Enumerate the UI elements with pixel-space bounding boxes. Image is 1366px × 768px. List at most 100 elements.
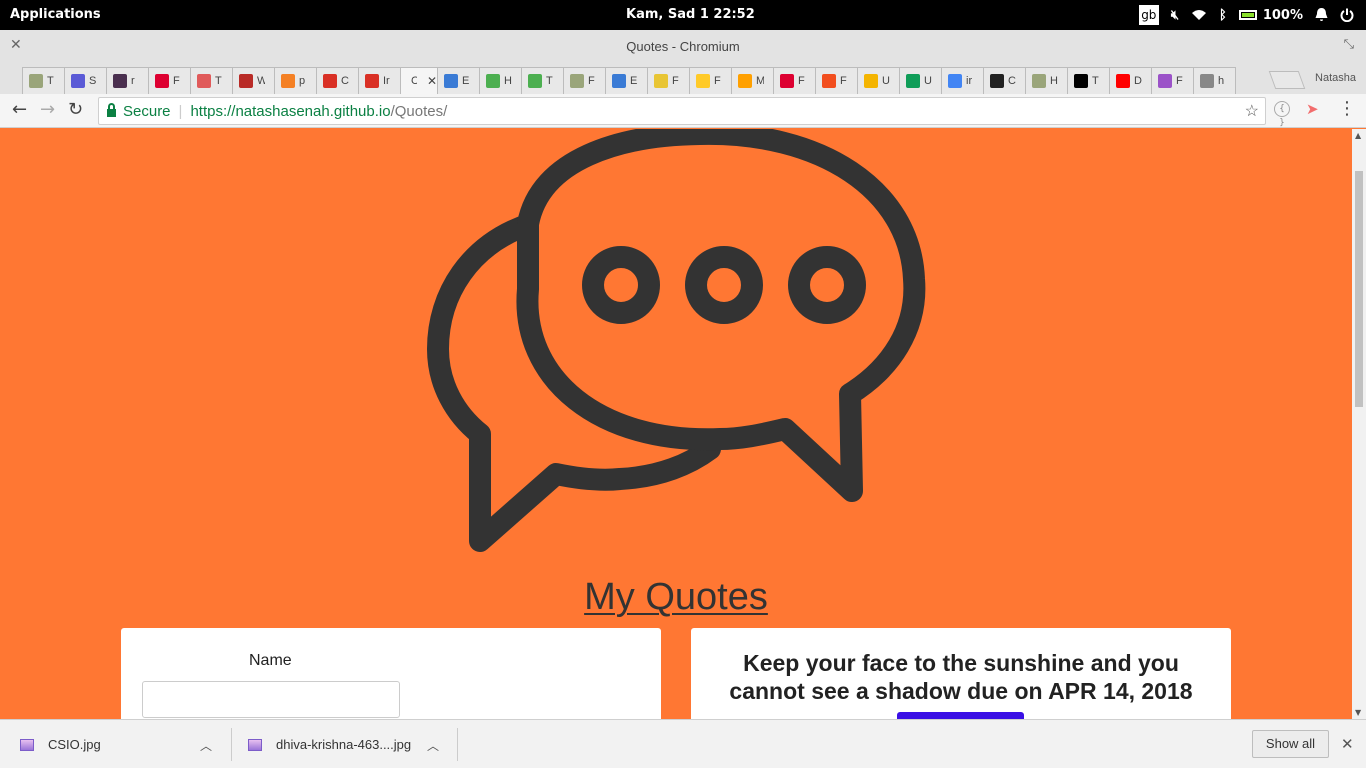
clock[interactable]: Kam, Sad 1 22:52: [626, 7, 755, 22]
name-label: Name: [249, 652, 292, 669]
applications-menu[interactable]: Applications: [10, 7, 101, 22]
angular-icon: [155, 74, 169, 88]
stackoverflow-icon: [281, 74, 295, 88]
camera-icon: [990, 74, 1004, 88]
window-title: Quotes - Chromium: [626, 39, 740, 54]
tree-icon: [1032, 74, 1046, 88]
power-icon[interactable]: [1340, 0, 1354, 30]
browser-tab[interactable]: H: [1025, 67, 1068, 94]
browser-menu-icon[interactable]: ⋮: [1338, 98, 1356, 119]
extension-icon[interactable]: { }: [1274, 101, 1290, 128]
extension-arrow-icon[interactable]: ➤: [1306, 100, 1319, 118]
tab-title: ir: [966, 75, 973, 87]
system-tray: gb 🔇︎ ᛒ 100%: [1138, 0, 1366, 30]
firebase-icon: [696, 74, 710, 88]
tab-title: F: [798, 75, 805, 87]
reload-button[interactable]: ↻: [68, 99, 83, 120]
tab-title: U: [882, 75, 890, 87]
tab-title: W: [257, 75, 265, 87]
scroll-down-arrow-icon[interactable]: ▼: [1355, 708, 1361, 717]
browser-tab[interactable]: F: [773, 67, 816, 94]
url-path: /Quotes/: [390, 102, 448, 120]
browser-tab[interactable]: S: [64, 67, 107, 94]
download-separator: [457, 728, 458, 761]
browser-tab[interactable]: T: [1067, 67, 1110, 94]
browser-tab[interactable]: r: [106, 67, 149, 94]
gmail-icon: [323, 74, 337, 88]
browser-tab[interactable]: U: [857, 67, 900, 94]
browser-tab[interactable]: C: [316, 67, 359, 94]
browser-tab[interactable]: Ir: [358, 67, 401, 94]
tab-title: C: [341, 75, 349, 87]
page-scrollbar[interactable]: ▲ ▼: [1352, 129, 1366, 719]
wifi-icon[interactable]: [1191, 0, 1207, 30]
tab-title: T: [546, 75, 553, 87]
browser-tab[interactable]: p: [274, 67, 317, 94]
name-input[interactable]: [142, 681, 400, 718]
figma-icon: [822, 74, 836, 88]
browser-tab[interactable]: C: [983, 67, 1026, 94]
quote-text: Keep your face to the sunshine and you c…: [729, 650, 1193, 704]
omnibox-separator: |: [178, 102, 183, 120]
window-restore-icon[interactable]: ⤡: [1344, 37, 1354, 52]
browser-tab[interactable]: E: [437, 67, 480, 94]
notifications-icon[interactable]: [1315, 0, 1328, 30]
tab-title: E: [630, 75, 638, 87]
download-menu-chevron-icon[interactable]: ︿: [427, 737, 439, 754]
system-panel: Applications Kam, Sad 1 22:52 gb 🔇︎ ᛒ 10…: [0, 0, 1366, 30]
battery-indicator[interactable]: 100%: [1238, 0, 1303, 30]
browser-tab[interactable]: h: [1193, 67, 1236, 94]
sheets-icon: [906, 74, 920, 88]
browser-tab[interactable]: F: [689, 67, 732, 94]
show-all-downloads-button[interactable]: Show all: [1252, 730, 1329, 758]
download-item[interactable]: CSIO.jpg: [20, 720, 101, 768]
bootstrap-icon: [612, 74, 626, 88]
tab-title: F: [1176, 75, 1183, 87]
browser-tab[interactable]: U: [899, 67, 942, 94]
browser-tab[interactable]: D: [1109, 67, 1152, 94]
forward-button[interactable]: →: [40, 99, 55, 120]
tab-title: M: [756, 75, 764, 87]
profile-button[interactable]: Natasha: [1315, 72, 1356, 84]
heroku-icon: [1158, 74, 1172, 88]
tab-title: E: [462, 75, 470, 87]
browser-tab[interactable]: F: [563, 67, 606, 94]
tab-strip: T Sr F T Wp C Ir C ✕ E H T F E F F M F F U Uir C H T D Fh Natasha: [0, 61, 1366, 94]
close-shelf-icon[interactable]: ✕: [1341, 735, 1354, 753]
page-content: My Quotes Name Keep your face to the sun…: [0, 129, 1352, 719]
browser-tab[interactable]: T: [190, 67, 233, 94]
browser-tab[interactable]: F: [647, 67, 690, 94]
scroll-thumb[interactable]: [1355, 171, 1363, 407]
tab-close-icon[interactable]: ✕: [427, 74, 437, 88]
scroll-up-arrow-icon[interactable]: ▲: [1355, 131, 1361, 140]
quote-card: Keep your face to the sunshine and you c…: [691, 628, 1231, 719]
browser-tab[interactable]: ir: [941, 67, 984, 94]
new-tab-button[interactable]: [1268, 71, 1306, 89]
tab-title: r: [131, 75, 135, 87]
quote-action-button[interactable]: [897, 712, 1024, 719]
tab-title: T: [47, 75, 54, 87]
browser-tab[interactable]: W: [232, 67, 275, 94]
tab-title: D: [1134, 75, 1142, 87]
tab-title: F: [173, 75, 180, 87]
tab-title: H: [1050, 75, 1058, 87]
back-button[interactable]: ←: [12, 99, 27, 120]
browser-tab[interactable]: F: [148, 67, 191, 94]
browser-tab[interactable]: F: [815, 67, 858, 94]
address-bar[interactable]: Secure | https://natashasenah.github.io /…: [98, 97, 1266, 125]
browser-tab[interactable]: T: [521, 67, 564, 94]
browser-tab[interactable]: M: [731, 67, 774, 94]
tab-title: F: [714, 75, 721, 87]
download-menu-chevron-icon[interactable]: ︿: [200, 737, 212, 754]
keyboard-layout-indicator[interactable]: gb: [1138, 5, 1159, 25]
browser-tab[interactable]: C ✕: [400, 67, 438, 94]
bluetooth-icon[interactable]: ᛒ: [1219, 0, 1227, 30]
browser-tab[interactable]: T: [22, 67, 65, 94]
volume-muted-icon[interactable]: 🔇︎: [1171, 0, 1179, 30]
browser-tab[interactable]: H: [479, 67, 522, 94]
browser-tab[interactable]: E: [605, 67, 648, 94]
bookmark-star-icon[interactable]: ☆: [1245, 101, 1259, 121]
browser-tab[interactable]: F: [1151, 67, 1194, 94]
tab-title: H: [504, 75, 512, 87]
download-item[interactable]: dhiva-krishna-463....jpg: [248, 720, 411, 768]
